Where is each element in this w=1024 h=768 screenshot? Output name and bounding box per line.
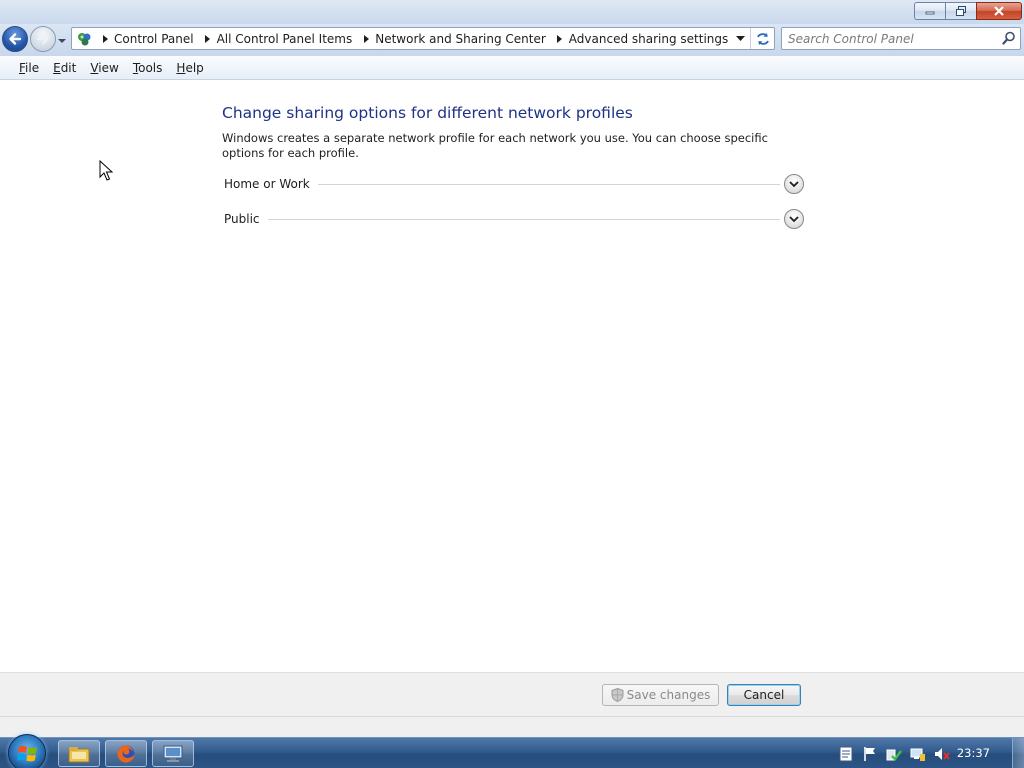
window-title-bar[interactable] bbox=[0, 0, 1024, 24]
action-center-flag-icon[interactable] bbox=[862, 746, 878, 762]
chevron-down-icon bbox=[789, 180, 799, 187]
profile-public[interactable]: Public bbox=[224, 208, 804, 230]
page-description: Windows creates a separate network profi… bbox=[222, 131, 768, 160]
start-button[interactable] bbox=[8, 734, 46, 768]
divider bbox=[267, 218, 780, 220]
address-bar[interactable]: Control Panel All Control Panel Items Ne… bbox=[71, 27, 775, 50]
breadcrumb-separator-icon[interactable] bbox=[551, 34, 569, 43]
main-content: Change sharing options for different net… bbox=[0, 81, 1024, 672]
caption-buttons bbox=[914, 2, 1022, 20]
command-bar: Save changes Cancel bbox=[0, 672, 1024, 716]
status-bar bbox=[0, 716, 1024, 737]
navigation-bar: Control Panel All Control Panel Items Ne… bbox=[0, 24, 1024, 56]
breadcrumb-item-advanced-sharing[interactable]: Advanced sharing settings bbox=[551, 28, 733, 49]
forward-button[interactable] bbox=[30, 26, 56, 52]
taskbar-firefox-button[interactable] bbox=[105, 740, 147, 767]
recent-pages-button[interactable] bbox=[57, 34, 67, 48]
menu-bar: File Edit View Tools Help bbox=[0, 56, 1024, 80]
show-desktop-button[interactable] bbox=[1012, 738, 1024, 768]
page-title: Change sharing options for different net… bbox=[222, 104, 633, 122]
chevron-down-icon bbox=[789, 215, 799, 222]
volume-muted-icon[interactable] bbox=[934, 746, 950, 762]
cancel-button[interactable]: Cancel bbox=[727, 684, 801, 706]
profile-name[interactable]: Public bbox=[224, 212, 268, 226]
profile-home-or-work[interactable]: Home or Work bbox=[224, 173, 804, 195]
breadcrumb-separator-icon[interactable] bbox=[96, 34, 114, 43]
breadcrumb-item-control-panel[interactable]: Control Panel bbox=[96, 28, 199, 49]
refresh-icon bbox=[756, 32, 769, 45]
chevron-down-icon bbox=[58, 39, 66, 43]
control-panel-icon[interactable] bbox=[74, 28, 96, 49]
divider bbox=[317, 183, 780, 185]
breadcrumb-separator-icon[interactable] bbox=[199, 34, 217, 43]
breadcrumb: Control Panel All Control Panel Items Ne… bbox=[72, 28, 733, 49]
minimize-button[interactable] bbox=[914, 2, 945, 20]
back-arrow-icon bbox=[9, 33, 22, 45]
notepad-icon[interactable] bbox=[838, 746, 854, 762]
chevron-down-icon bbox=[735, 35, 745, 41]
security-check-icon[interactable] bbox=[886, 746, 902, 762]
menu-file[interactable]: File bbox=[12, 57, 46, 79]
save-changes-button[interactable]: Save changes bbox=[602, 684, 719, 706]
address-history-dropdown[interactable] bbox=[732, 28, 748, 49]
uac-shield-icon bbox=[611, 688, 624, 702]
back-button[interactable] bbox=[2, 26, 28, 52]
refresh-button[interactable] bbox=[750, 28, 774, 49]
forward-arrow-icon bbox=[36, 33, 49, 45]
close-button[interactable] bbox=[976, 2, 1022, 20]
menu-edit[interactable]: Edit bbox=[46, 57, 83, 79]
search-box[interactable] bbox=[781, 27, 1021, 50]
firefox-icon bbox=[117, 745, 135, 762]
system-tray bbox=[824, 738, 1024, 768]
menu-tools[interactable]: Tools bbox=[126, 57, 170, 79]
close-icon bbox=[994, 6, 1004, 16]
expand-button[interactable] bbox=[784, 209, 804, 229]
restore-icon bbox=[956, 6, 966, 16]
restore-button[interactable] bbox=[945, 2, 976, 20]
taskbar: 23:37 bbox=[0, 734, 1024, 768]
network-app-icon bbox=[163, 745, 183, 762]
minimize-icon bbox=[925, 11, 935, 15]
search-input[interactable] bbox=[788, 30, 996, 47]
explorer-icon bbox=[68, 746, 90, 762]
expand-button[interactable] bbox=[784, 174, 804, 194]
menu-view[interactable]: View bbox=[83, 57, 125, 79]
breadcrumb-separator-icon[interactable] bbox=[357, 34, 375, 43]
taskbar-clock[interactable]: 23:37 bbox=[957, 746, 990, 760]
windows-logo-icon bbox=[17, 745, 37, 762]
breadcrumb-item-network-sharing[interactable]: Network and Sharing Center bbox=[357, 28, 551, 49]
search-icon[interactable] bbox=[1002, 31, 1016, 48]
mouse-cursor-icon bbox=[99, 159, 114, 185]
menu-help[interactable]: Help bbox=[169, 57, 210, 79]
breadcrumb-item-all-items[interactable]: All Control Panel Items bbox=[199, 28, 358, 49]
network-icon[interactable] bbox=[910, 746, 926, 762]
profile-name[interactable]: Home or Work bbox=[224, 177, 318, 191]
taskbar-network-app-button[interactable] bbox=[152, 740, 194, 767]
taskbar-explorer-button[interactable] bbox=[58, 740, 100, 767]
